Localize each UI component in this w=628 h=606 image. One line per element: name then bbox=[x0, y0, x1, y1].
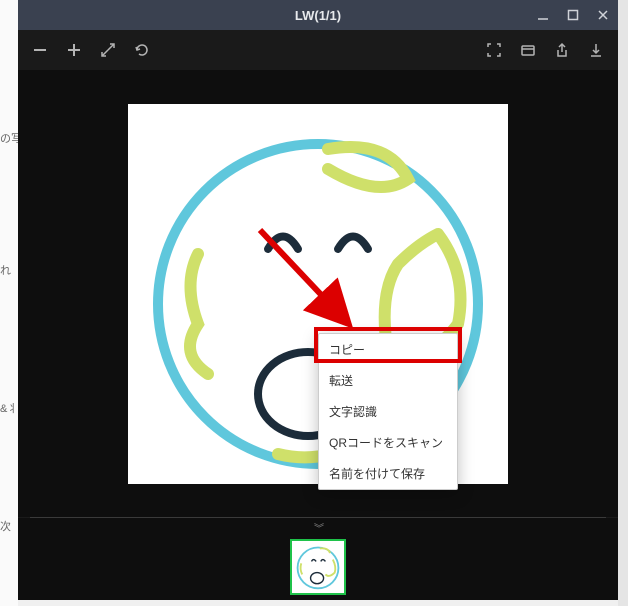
context-menu: コピー 転送 文字認識 QRコードをスキャン 名前を付けて保存 bbox=[318, 333, 458, 490]
titlebar: LW(1/1) bbox=[18, 0, 618, 30]
menu-item-copy[interactable]: コピー bbox=[319, 334, 457, 365]
minimize-button[interactable] bbox=[528, 0, 558, 30]
image-viewer-area[interactable]: コピー 転送 文字認識 QRコードをスキャン 名前を付けて保存 bbox=[18, 70, 618, 517]
close-button[interactable] bbox=[588, 0, 618, 30]
thumbnail-strip: ︾ bbox=[18, 518, 618, 600]
toolbar bbox=[18, 30, 618, 70]
maximize-button[interactable] bbox=[558, 0, 588, 30]
zoom-in-button[interactable] bbox=[66, 42, 82, 58]
background-page-edge bbox=[618, 0, 628, 606]
fit-icon[interactable] bbox=[100, 42, 116, 58]
zoom-out-button[interactable] bbox=[32, 42, 48, 58]
background-page-fragment: の写 れ &丬 次 bbox=[0, 0, 18, 606]
menu-item-ocr[interactable]: 文字認識 bbox=[319, 396, 457, 427]
download-icon[interactable] bbox=[588, 42, 604, 58]
openfolder-icon[interactable] bbox=[520, 42, 536, 58]
menu-item-qrscan[interactable]: QRコードをスキャン bbox=[319, 427, 457, 458]
menu-item-forward[interactable]: 転送 bbox=[319, 365, 457, 396]
menu-item-saveas[interactable]: 名前を付けて保存 bbox=[319, 458, 457, 489]
window-title: LW(1/1) bbox=[295, 8, 341, 23]
share-icon[interactable] bbox=[554, 42, 570, 58]
rotate-icon[interactable] bbox=[134, 42, 150, 58]
image-viewer-window: LW(1/1) bbox=[18, 0, 618, 600]
window-controls bbox=[528, 0, 618, 30]
fullscreen-icon[interactable] bbox=[486, 42, 502, 58]
collapse-chevrons-icon[interactable]: ︾ bbox=[314, 518, 322, 539]
thumbnail-selected[interactable] bbox=[290, 539, 346, 595]
